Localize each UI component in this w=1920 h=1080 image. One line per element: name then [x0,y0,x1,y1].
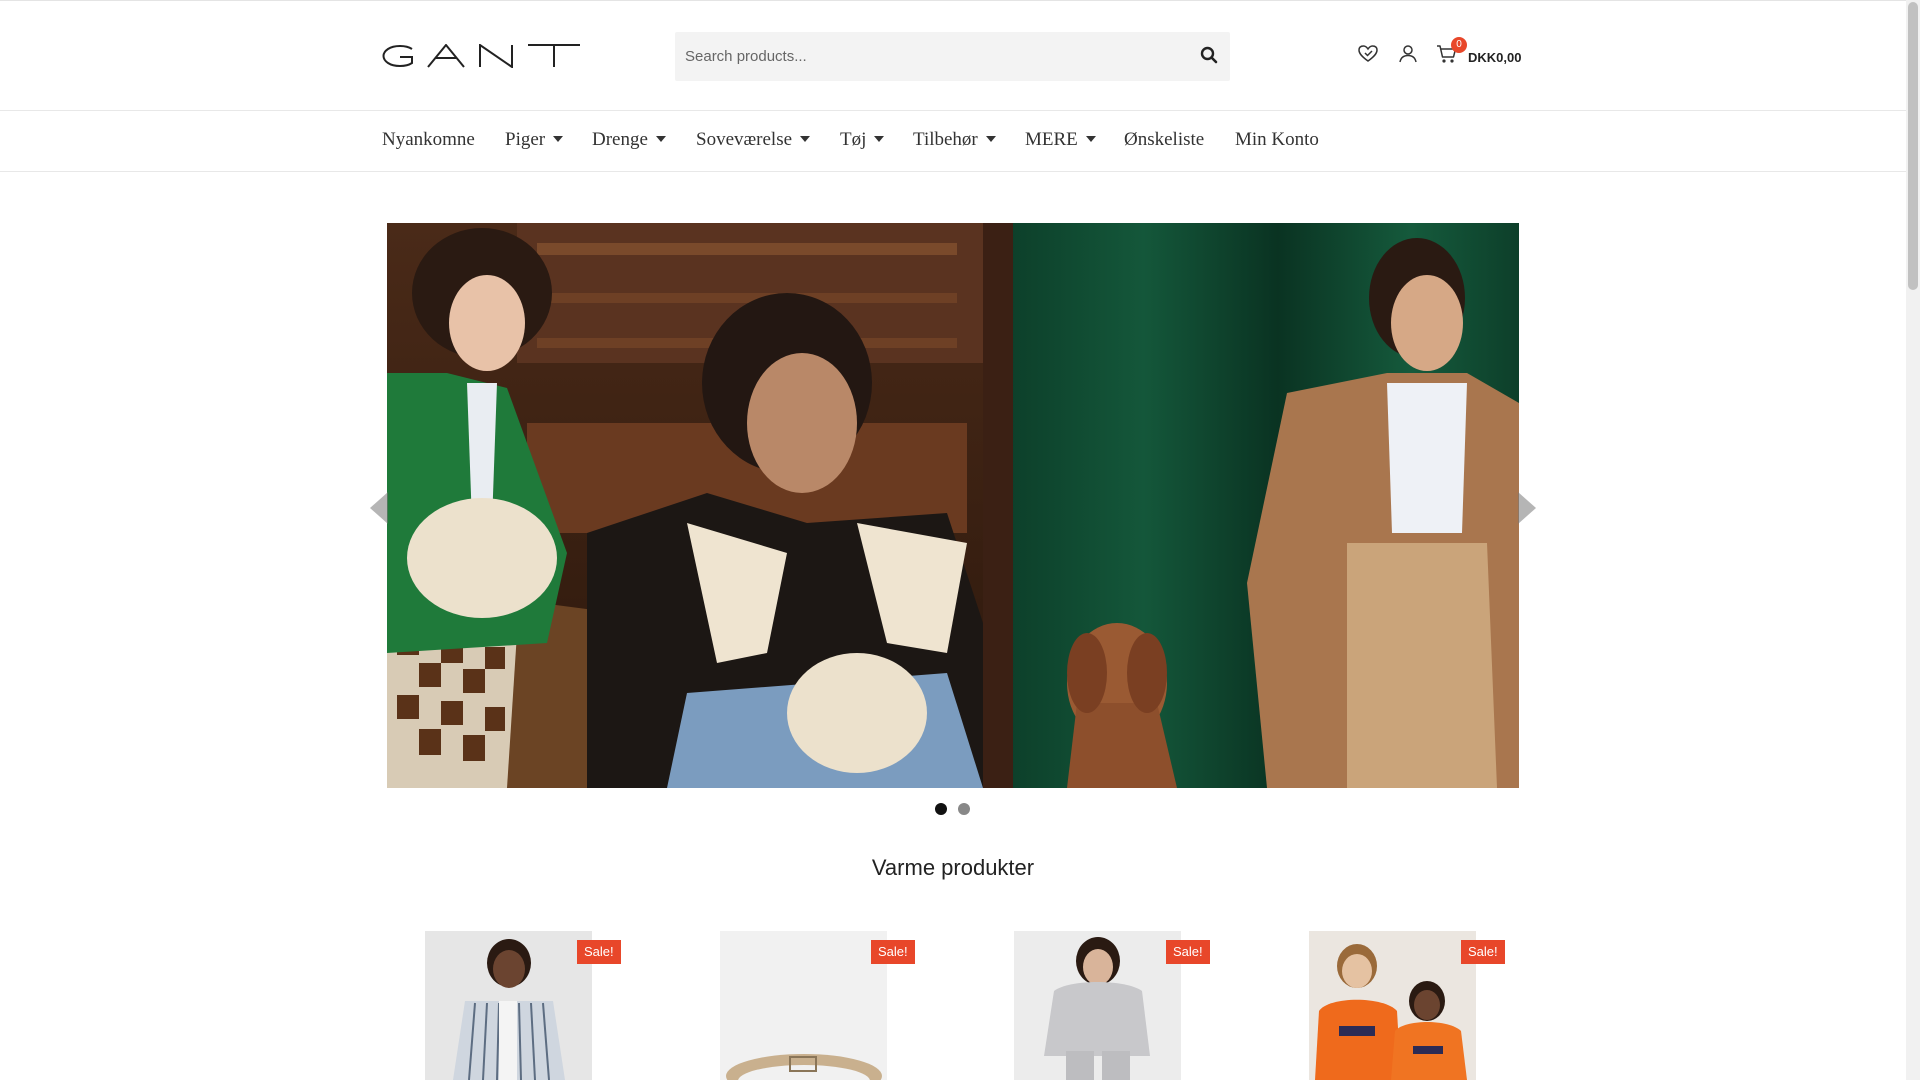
nav-label: Tilbehør [913,129,978,150]
product-card-3[interactable] [1014,931,1181,1080]
product-card-2[interactable] [720,931,887,1080]
nav-item-sovevaerelse[interactable]: Soveværelse [696,129,811,151]
nav-item-nyankomne[interactable]: Nyankomne [382,129,475,151]
nav-item-min-konto[interactable]: Min Konto [1235,129,1319,151]
slider-dot-2[interactable] [958,803,970,815]
nav-item-piger[interactable]: Piger [505,129,564,151]
hero-image [387,223,1519,788]
nav-item-onskeliste[interactable]: Ønskeliste [1124,129,1204,151]
nav-item-toj[interactable]: Tøj [840,129,885,151]
product-image [1014,931,1181,1080]
cart-count-badge: 0 [1451,37,1467,53]
heart-icon [1358,45,1378,62]
caret-down-icon [1085,135,1096,142]
nav-label: Nyankomne [382,129,475,150]
page-scrollbar[interactable] [1906,0,1920,1080]
nav-label: Piger [505,129,546,150]
caret-down-icon [553,135,564,142]
slider-next-arrow[interactable] [1518,492,1536,524]
caret-down-icon [874,135,885,142]
caret-down-icon [800,135,811,142]
nav-label: Min Konto [1235,129,1319,150]
caret-down-icon [655,135,666,142]
gant-logo[interactable] [382,43,582,73]
nav-label: MERE [1025,129,1078,150]
search-input[interactable] [675,32,1175,81]
product-card-1[interactable] [425,931,592,1080]
wishlist-button[interactable] [1357,43,1379,65]
search-button[interactable] [1198,45,1220,67]
product-image [1309,931,1476,1080]
sale-badge: Sale! [871,940,915,964]
caret-down-icon [985,135,996,142]
account-button[interactable] [1397,43,1419,65]
site-header: 0 DKK0,00 [0,1,1906,110]
search-icon [1200,46,1218,63]
nav-item-tilbehor[interactable]: Tilbehør [913,129,996,151]
nav-label: Soveværelse [696,129,793,150]
product-image [720,931,887,1080]
sale-badge: Sale! [577,940,621,964]
nav-label: Drenge [592,129,648,150]
slider-prev-arrow[interactable] [370,492,388,524]
nav-label: Ønskeliste [1124,129,1205,150]
cart-total[interactable]: DKK0,00 [1468,50,1521,65]
product-card-4[interactable] [1309,931,1476,1080]
scrollbar-thumb[interactable] [1908,2,1918,290]
sale-badge: Sale! [1166,940,1210,964]
gant-logo-mark [382,43,580,69]
product-image [425,931,592,1080]
hero-slider[interactable] [387,223,1519,788]
nav-item-drenge[interactable]: Drenge [592,129,666,151]
search-bar [675,32,1230,81]
user-icon [1399,45,1417,63]
main-navigation: Nyankomne Piger Drenge Soveværelse Tøj T… [0,110,1906,172]
slider-dot-1[interactable] [935,803,947,815]
section-title: Varme produkter [871,855,1035,880]
sale-badge: Sale! [1461,940,1505,964]
nav-item-mere[interactable]: MERE [1025,129,1096,151]
nav-label: Tøj [840,129,867,150]
